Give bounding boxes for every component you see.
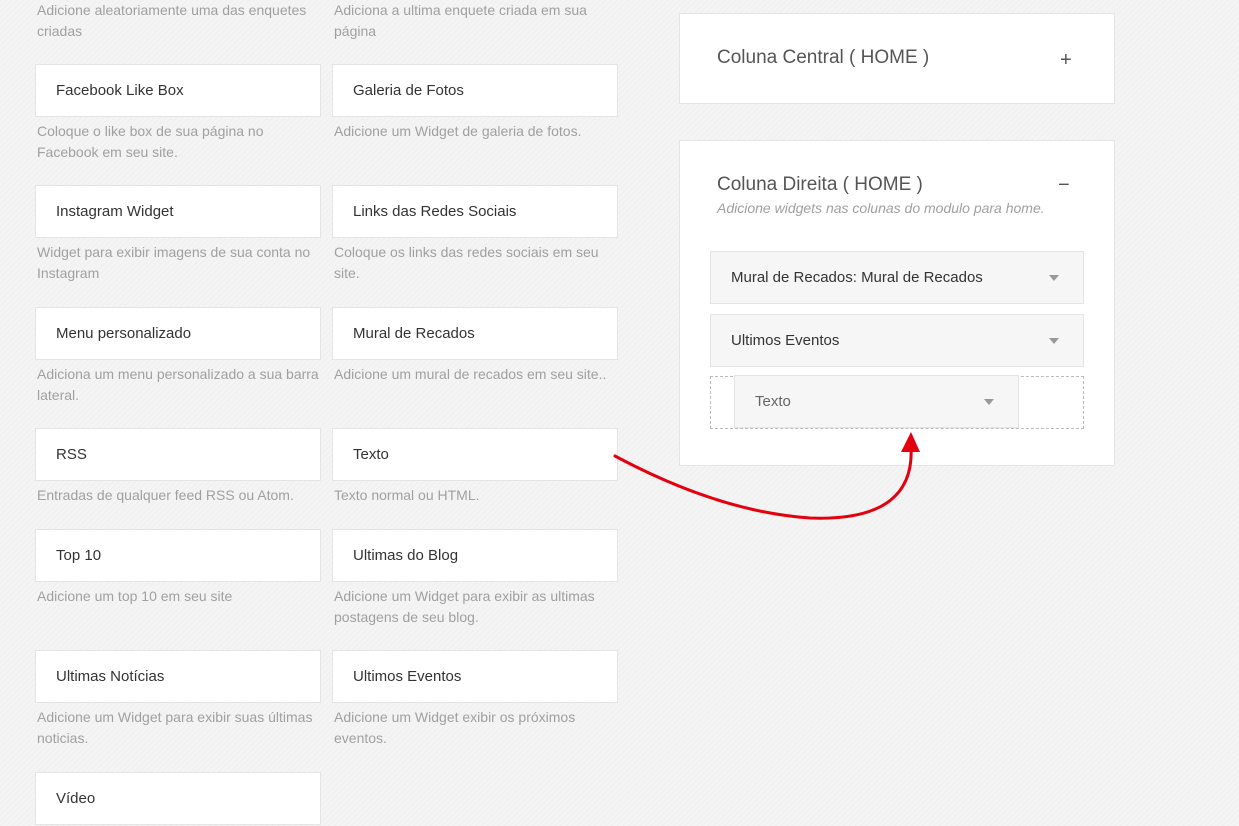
widget-label: Mural de Recados	[353, 325, 475, 342]
widget-description: Coloque o like box de sua página no Face…	[37, 123, 264, 160]
collapse-toggle-icon[interactable]: −	[1058, 175, 1070, 195]
widget-label: Galeria de Fotos	[353, 82, 464, 99]
widget-description: Texto normal ou HTML.	[334, 487, 480, 503]
widget-label: Instagram Widget	[56, 203, 174, 220]
widget-description: Widget para exibir imagens de sua conta …	[37, 244, 311, 281]
widget-texto[interactable]: Texto	[332, 428, 618, 481]
widget-label: Ultimas do Blog	[353, 547, 459, 564]
widget-label: Texto	[755, 393, 791, 410]
widget-ultimos-eventos[interactable]: Ultimos Eventos	[332, 650, 618, 703]
widget-label: Menu personalizado	[56, 325, 192, 342]
widget-label: Top 10	[56, 547, 102, 564]
widget-facebook-like-box[interactable]: Facebook Like Box	[35, 64, 321, 117]
caret-down-icon[interactable]	[1049, 337, 1059, 344]
widget-instagram[interactable]: Instagram Widget	[35, 185, 321, 238]
widget-label: Texto	[353, 446, 389, 463]
widget-description: Adiciona a ultima enquete criada em sua …	[334, 2, 587, 39]
widget-description: Adicione um Widget para exibir as ultima…	[334, 588, 595, 625]
caret-down-icon[interactable]	[1049, 274, 1059, 281]
widget-description: Coloque os links das redes sociais em se…	[334, 244, 599, 281]
widget-label: Mural de Recados: Mural de Recados	[731, 269, 983, 286]
sidebar-description: Adicione widgets nas colunas do modulo p…	[717, 200, 1045, 216]
expand-toggle-icon[interactable]: +	[1060, 50, 1072, 70]
widget-rss[interactable]: RSS	[35, 428, 321, 481]
sidebar-title[interactable]: Coluna Central ( HOME )	[717, 47, 929, 69]
widget-description: Adiciona um menu personalizado a sua bar…	[37, 366, 319, 403]
widget-ultimas-noticias[interactable]: Ultimas Notícias	[35, 650, 321, 703]
widget-description: Entradas de qualquer feed RSS ou Atom.	[37, 487, 294, 503]
drop-placeholder[interactable]: Texto	[710, 375, 1084, 429]
widget-description: Adicione um mural de recados em seu site…	[334, 366, 607, 382]
widget-ultimas-do-blog[interactable]: Ultimas do Blog	[332, 529, 618, 582]
widget-label: Ultimos Eventos	[353, 668, 462, 685]
caret-down-icon[interactable]	[984, 398, 994, 405]
widget-label: Ultimos Eventos	[731, 332, 840, 349]
widget-galeria-de-fotos[interactable]: Galeria de Fotos	[332, 64, 618, 117]
sidebar-coluna-central: Coluna Central ( HOME ) +	[679, 13, 1115, 104]
sidebar-coluna-direita: Coluna Direita ( HOME ) − Adicione widge…	[679, 140, 1115, 466]
sidebar-widget-mural-de-recados[interactable]: Mural de Recados: Mural de Recados	[710, 251, 1084, 304]
widget-label: Ultimas Notícias	[56, 668, 165, 685]
widget-links-redes-sociais[interactable]: Links das Redes Sociais	[332, 185, 618, 238]
widget-label: Links das Redes Sociais	[353, 203, 517, 220]
widget-top-10[interactable]: Top 10	[35, 529, 321, 582]
widget-description: Adicione um Widget de galeria de fotos.	[334, 123, 582, 139]
sidebar-title[interactable]: Coluna Direita ( HOME )	[717, 174, 923, 196]
widget-description: Adicione um top 10 em seu site	[37, 588, 233, 604]
widget-label: Vídeo	[56, 790, 96, 807]
dragging-widget-texto[interactable]: Texto	[734, 375, 1019, 428]
widget-label: RSS	[56, 446, 87, 463]
widget-label: Facebook Like Box	[56, 82, 184, 99]
widget-description: Adicione um Widget para exibir suas últi…	[37, 709, 313, 746]
sidebar-widget-ultimos-eventos[interactable]: Ultimos Eventos	[710, 314, 1084, 367]
widget-menu-personalizado[interactable]: Menu personalizado	[35, 307, 321, 360]
widget-description: Adicione um Widget exibir os próximos ev…	[334, 709, 576, 746]
widget-video[interactable]: Vídeo	[35, 772, 321, 825]
widget-mural-de-recados[interactable]: Mural de Recados	[332, 307, 618, 360]
widget-description: Adicione aleatoriamente uma das enquetes…	[37, 2, 307, 39]
